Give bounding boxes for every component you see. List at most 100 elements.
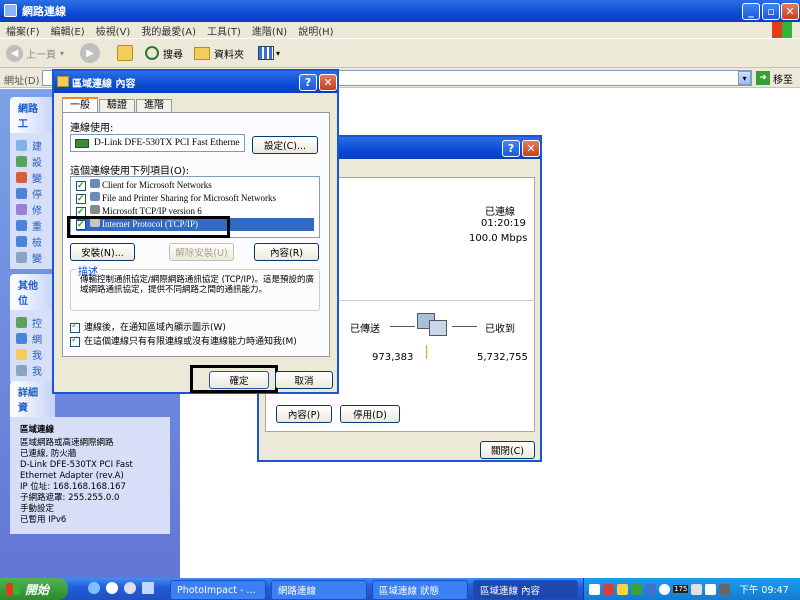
other-places-panel: 其他位 控 網 我 我 xyxy=(10,274,55,382)
tray-icon[interactable] xyxy=(589,583,600,595)
up-folder-icon[interactable] xyxy=(117,45,133,61)
outlook-icon[interactable] xyxy=(124,582,136,594)
ie-icon[interactable] xyxy=(88,582,100,594)
properties-help-button[interactable]: ? xyxy=(299,74,317,91)
received-label: 已收到 xyxy=(485,324,515,335)
properties-close-x-button[interactable]: ✕ xyxy=(319,74,337,91)
properties-dialog: 區域連線 內容 ? ✕ 一般 驗證 進階 連線使用: D-Link DFE-53… xyxy=(52,69,339,394)
forward-button[interactable]: ▶ xyxy=(80,43,100,63)
tab-advanced[interactable]: 進階 xyxy=(136,99,172,113)
install-button[interactable]: 安裝(N)... xyxy=(70,243,135,261)
cancel-button[interactable]: 取消 xyxy=(275,371,333,389)
task-network-connections[interactable]: 網路連線 xyxy=(271,580,367,600)
notify-option[interactable]: 在這個連線只有有限連線或沒有連線能力時通知我(M) xyxy=(70,334,297,347)
task-item[interactable]: 停 xyxy=(16,185,49,201)
tray-icon[interactable] xyxy=(691,583,703,595)
other-item[interactable]: 控 xyxy=(16,314,49,330)
close-button[interactable]: ✕ xyxy=(781,3,799,20)
menu-advanced[interactable]: 進階(N) xyxy=(252,23,287,38)
tab-general[interactable]: 一般 xyxy=(62,97,98,113)
configure-button[interactable]: 設定(C)... xyxy=(252,136,318,154)
task-connection-status[interactable]: 區域連線 狀態 xyxy=(372,580,468,600)
start-button[interactable]: 開始 xyxy=(0,578,68,600)
media-icon[interactable] xyxy=(106,582,118,594)
other-item[interactable]: 網 xyxy=(16,330,49,346)
back-button[interactable]: ◀ 上一頁 ▾ xyxy=(6,43,64,63)
minimize-button[interactable]: _ xyxy=(742,3,760,20)
status-properties-button[interactable]: 內容(P) xyxy=(276,405,332,423)
control-panel-icon xyxy=(16,316,27,328)
show-icon-label: 連線後，在通知區域內顯示圖示(W) xyxy=(84,323,226,333)
task-item[interactable]: 重 xyxy=(16,217,49,233)
disable-icon xyxy=(16,187,27,199)
tray-badge[interactable]: 175 xyxy=(673,585,689,593)
views-button[interactable]: ▾ xyxy=(258,45,284,61)
task-item[interactable]: 檢 xyxy=(16,233,49,249)
tray-icon[interactable] xyxy=(719,583,731,595)
settings-icon xyxy=(16,251,27,263)
item-properties-button[interactable]: 內容(R) xyxy=(254,243,319,261)
other-places-header[interactable]: 其他位 xyxy=(10,274,55,310)
task-item[interactable]: 變 xyxy=(16,249,49,265)
menu-view[interactable]: 檢視(V) xyxy=(96,23,131,38)
details-mask: 子網路遮罩: 255.255.0.0 xyxy=(20,493,120,503)
task-item[interactable]: 設 xyxy=(16,153,49,169)
status-close-button[interactable]: 關閉(C) xyxy=(480,441,535,459)
folders-button[interactable]: 資料夾 xyxy=(194,43,244,63)
go-label: 移至 xyxy=(773,74,793,86)
protocol-icon xyxy=(90,205,100,214)
go-button[interactable]: ➜ 移至 xyxy=(756,70,793,86)
uninstall-button[interactable]: 解除安裝(U) xyxy=(169,243,234,261)
menu-help[interactable]: 說明(H) xyxy=(298,23,333,38)
tray-icon[interactable] xyxy=(659,583,670,595)
show-icon-checkbox[interactable] xyxy=(70,321,80,333)
network-tasks-header[interactable]: 網路工 xyxy=(10,97,55,133)
menu-favorites[interactable]: 我的最愛(A) xyxy=(141,23,196,38)
windows-flag-icon xyxy=(6,583,20,595)
search-button[interactable]: 搜尋 xyxy=(145,43,183,63)
address-dropdown[interactable]: ▾ xyxy=(738,71,751,85)
details-status: 已連線, 防火牆 xyxy=(20,449,77,459)
list-item[interactable]: Client for Microsoft Networks xyxy=(76,179,314,192)
network-places-icon xyxy=(16,332,27,344)
task-item[interactable]: 修 xyxy=(16,201,49,217)
connect-using-label: 連線使用: xyxy=(70,123,114,134)
menu-bar: 檔案(F) 編輯(E) 檢視(V) 我的最愛(A) 工具(T) 進階(N) 說明… xyxy=(0,22,800,38)
menu-tools[interactable]: 工具(T) xyxy=(207,23,241,38)
notify-checkbox[interactable] xyxy=(70,335,80,347)
task-item[interactable]: 變 xyxy=(16,169,49,185)
my-documents-icon xyxy=(16,348,27,360)
tray-icon[interactable] xyxy=(617,583,628,595)
checkbox[interactable] xyxy=(76,179,86,192)
checkbox[interactable] xyxy=(76,192,86,205)
list-item[interactable]: File and Printer Sharing for Microsoft N… xyxy=(76,192,314,205)
notify-label: 在這個連線只有有限連線或沒有連線能力時通知我(M) xyxy=(84,337,297,347)
desktop-icon[interactable] xyxy=(142,582,154,594)
tab-authentication[interactable]: 驗證 xyxy=(99,99,135,113)
tray-icon[interactable] xyxy=(645,583,656,595)
maximize-button[interactable]: ▫ xyxy=(762,3,780,20)
back-label: 上一頁 xyxy=(26,49,56,61)
sent-label: 已傳送 xyxy=(350,324,380,335)
other-item[interactable]: 我 xyxy=(16,346,49,362)
task-item[interactable]: 建 xyxy=(16,137,49,153)
disable-button[interactable]: 停用(D) xyxy=(340,405,400,423)
highlight-box xyxy=(67,216,230,238)
details-header[interactable]: 詳細資 xyxy=(10,381,55,417)
clock[interactable]: 下午 09:47 xyxy=(739,582,788,596)
status-help-button[interactable]: ? xyxy=(502,140,520,157)
other-item[interactable]: 我 xyxy=(16,362,49,378)
received-value: 5,732,755 xyxy=(477,352,528,363)
tray-icon[interactable] xyxy=(631,583,642,595)
menu-file[interactable]: 檔案(F) xyxy=(6,23,40,38)
properties-title-bar: 區域連線 內容 xyxy=(54,71,337,93)
start-label: 開始 xyxy=(25,582,50,597)
tray-icon[interactable] xyxy=(603,583,614,595)
menu-edit[interactable]: 編輯(E) xyxy=(51,23,85,38)
details-body: 區域連線 區域網路或高速網際網路 已連線, 防火牆 D-Link DFE-530… xyxy=(10,417,170,534)
tray-icon[interactable] xyxy=(705,583,717,595)
show-icon-option[interactable]: 連線後，在通知區域內顯示圖示(W) xyxy=(70,320,226,333)
task-photoimpact[interactable]: PhotoImpact - ... xyxy=(170,580,266,600)
status-close-x-button[interactable]: ✕ xyxy=(522,140,540,157)
task-connection-properties[interactable]: 區域連線 內容 xyxy=(473,580,578,600)
